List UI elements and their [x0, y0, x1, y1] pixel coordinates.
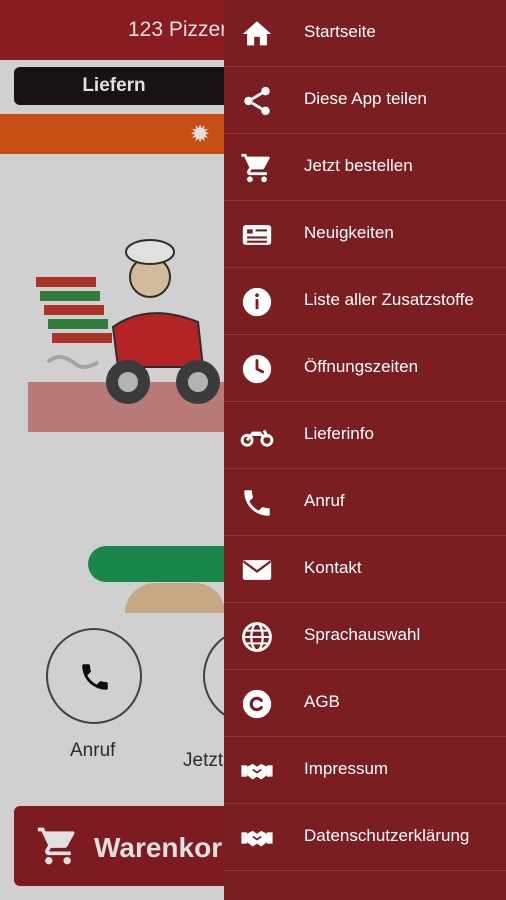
clock-icon	[240, 352, 274, 386]
home-icon	[240, 17, 274, 51]
drawer-item-home[interactable]: Startseite	[224, 0, 506, 67]
phone-icon	[240, 486, 274, 520]
drawer-item-share[interactable]: Diese App teilen	[224, 67, 506, 134]
drawer-item-label: AGB	[304, 692, 340, 711]
drawer-item-language[interactable]: Sprachauswahl	[224, 603, 506, 670]
drawer-item-label: Neuigkeiten	[304, 223, 394, 242]
drawer-item-label: Diese App teilen	[304, 89, 427, 108]
drawer-item-opening-hours[interactable]: Öffnungszeiten	[224, 335, 506, 402]
handshake-icon	[240, 821, 274, 855]
drawer-item-call[interactable]: Anruf	[224, 469, 506, 536]
navigation-drawer: Startseite Diese App teilen Jetzt bestel…	[224, 0, 506, 900]
drawer-item-label: Anruf	[304, 491, 345, 510]
drawer-item-label: Liste aller Zusatzstoffe	[304, 290, 474, 309]
handshake-icon	[240, 754, 274, 788]
drawer-item-delivery-info[interactable]: Lieferinfo	[224, 402, 506, 469]
cart-icon	[240, 151, 274, 185]
news-icon	[240, 218, 274, 252]
info-icon	[240, 285, 274, 319]
globe-icon	[240, 620, 274, 654]
copyright-icon	[240, 687, 274, 721]
drawer-item-label: Startseite	[304, 22, 376, 41]
drawer-item-additives[interactable]: Liste aller Zusatzstoffe	[224, 268, 506, 335]
motorbike-icon	[240, 419, 274, 453]
drawer-item-imprint[interactable]: Impressum	[224, 737, 506, 804]
drawer-item-label: Sprachauswahl	[304, 625, 421, 644]
drawer-item-terms[interactable]: AGB	[224, 670, 506, 737]
drawer-item-news[interactable]: Neuigkeiten	[224, 201, 506, 268]
drawer-item-label: Kontakt	[304, 558, 362, 577]
drawer-item-privacy[interactable]: Datenschutzerklärung	[224, 804, 506, 871]
drawer-item-label: Datenschutzerklärung	[304, 826, 470, 845]
envelope-icon	[240, 553, 274, 587]
drawer-item-label: Jetzt bestellen	[304, 156, 413, 175]
share-icon	[240, 84, 274, 118]
drawer-item-label: Lieferinfo	[304, 424, 374, 443]
drawer-item-order[interactable]: Jetzt bestellen	[224, 134, 506, 201]
drawer-item-label: Öffnungszeiten	[304, 357, 419, 376]
drawer-item-contact[interactable]: Kontakt	[224, 536, 506, 603]
drawer-item-label: Impressum	[304, 759, 389, 778]
